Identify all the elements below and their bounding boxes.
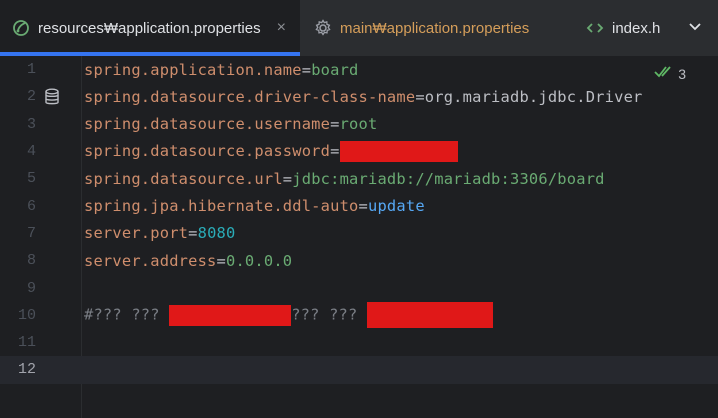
line-number: 12 — [17, 361, 36, 379]
code-line[interactable]: 9 — [0, 274, 718, 301]
database-icon[interactable] — [44, 88, 60, 106]
chevron-down-icon — [687, 18, 703, 39]
code-line[interactable]: 1 spring.application.name=board — [0, 56, 718, 83]
code-text: spring.datasource.username=root — [84, 115, 377, 133]
property-key: spring.datasource.driver-class-name — [84, 87, 416, 106]
comment-text: ??? ??? — [291, 305, 367, 324]
code-line[interactable]: 11 — [0, 329, 718, 356]
redaction-box — [169, 304, 292, 326]
code-line[interactable]: 4 spring.datasource.password= — [0, 138, 718, 165]
property-value: org.mariadb.jdbc.Driver — [424, 87, 643, 106]
property-key: server.address — [84, 251, 217, 270]
html-icon — [586, 19, 604, 37]
tab-label: index.h — [612, 19, 661, 37]
code-editor[interactable]: 3 1 spring.application.name=board 2 spri… — [0, 56, 718, 418]
tab-label: main₩application.properties — [340, 19, 530, 37]
equals-sign: = — [301, 60, 312, 79]
property-value: root — [339, 115, 378, 134]
property-key: spring.datasource.password — [84, 142, 331, 161]
line-number: 11 — [17, 334, 36, 352]
line-number: 10 — [17, 306, 36, 324]
ide-window: resources₩application.properties × main₩… — [0, 0, 718, 418]
code-text: server.address=0.0.0.0 — [84, 252, 292, 270]
line-number: 6 — [26, 197, 36, 215]
equals-sign: = — [188, 224, 198, 243]
property-value: 8080 — [197, 224, 236, 243]
spring-config-icon — [12, 19, 30, 37]
line-number: 7 — [26, 224, 36, 242]
comment-text: #??? ??? — [84, 305, 170, 324]
code-line[interactable]: 2 spring.datasource.driver-class-name=or… — [0, 83, 718, 110]
line-number: 2 — [26, 88, 36, 106]
code-text: server.port=8080 — [84, 224, 235, 242]
property-value: board — [311, 60, 359, 79]
tab-index-html[interactable]: index.h — [572, 0, 672, 56]
line-number: 9 — [26, 279, 36, 297]
line-number: 4 — [26, 143, 36, 161]
line-number: 8 — [26, 252, 36, 270]
line-number: 1 — [26, 61, 36, 79]
redaction-box — [339, 141, 458, 163]
code-text: spring.datasource.password= — [84, 141, 458, 163]
gear-icon — [314, 19, 332, 37]
property-key: spring.datasource.url — [84, 169, 283, 188]
code-line-current[interactable]: 12 — [0, 356, 718, 384]
redaction-box — [366, 302, 493, 329]
code-text: #??? ??? ??? ??? — [84, 302, 493, 329]
close-tab-button[interactable]: × — [273, 19, 290, 37]
property-key: spring.application.name — [84, 60, 302, 79]
tab-overflow-button[interactable] — [672, 0, 718, 56]
code-line[interactable]: 3 spring.datasource.username=root — [0, 111, 718, 138]
equals-sign: = — [330, 142, 340, 161]
code-text: spring.application.name=board — [84, 61, 359, 79]
property-key: server.port — [84, 224, 189, 243]
code-line[interactable]: 10 #??? ??? ??? ??? — [0, 302, 718, 329]
code-line[interactable]: 5 spring.datasource.url=jdbc:mariadb://m… — [0, 165, 718, 192]
property-key: spring.jpa.hibernate.ddl-auto — [84, 197, 359, 216]
property-key: spring.datasource.username — [84, 115, 331, 134]
code-line[interactable]: 7 server.port=8080 — [0, 220, 718, 247]
code-line[interactable]: 8 server.address=0.0.0.0 — [0, 247, 718, 274]
editor-tab-bar: resources₩application.properties × main₩… — [0, 0, 718, 56]
property-value: update — [367, 197, 425, 216]
equals-sign: = — [415, 87, 425, 106]
code-text: spring.datasource.url=jdbc:mariadb://mar… — [84, 170, 605, 188]
code-line[interactable]: 6 spring.jpa.hibernate.ddl-auto=update — [0, 193, 718, 220]
code-text: spring.jpa.hibernate.ddl-auto=update — [84, 197, 425, 215]
property-value: jdbc:mariadb://mariadb:3306/board — [292, 169, 605, 188]
tab-label: resources₩application.properties — [38, 19, 261, 37]
tab-resources-application-properties[interactable]: resources₩application.properties × — [0, 0, 300, 56]
tab-main-application-properties[interactable]: main₩application.properties — [300, 0, 572, 56]
equals-sign: = — [358, 197, 368, 216]
line-number: 3 — [26, 115, 36, 133]
line-number: 5 — [26, 170, 36, 188]
equals-sign: = — [330, 115, 340, 134]
equals-sign: = — [216, 251, 226, 270]
property-value: 0.0.0.0 — [226, 251, 293, 270]
code-text: spring.datasource.driver-class-name=org.… — [84, 88, 643, 106]
equals-sign: = — [282, 169, 293, 188]
